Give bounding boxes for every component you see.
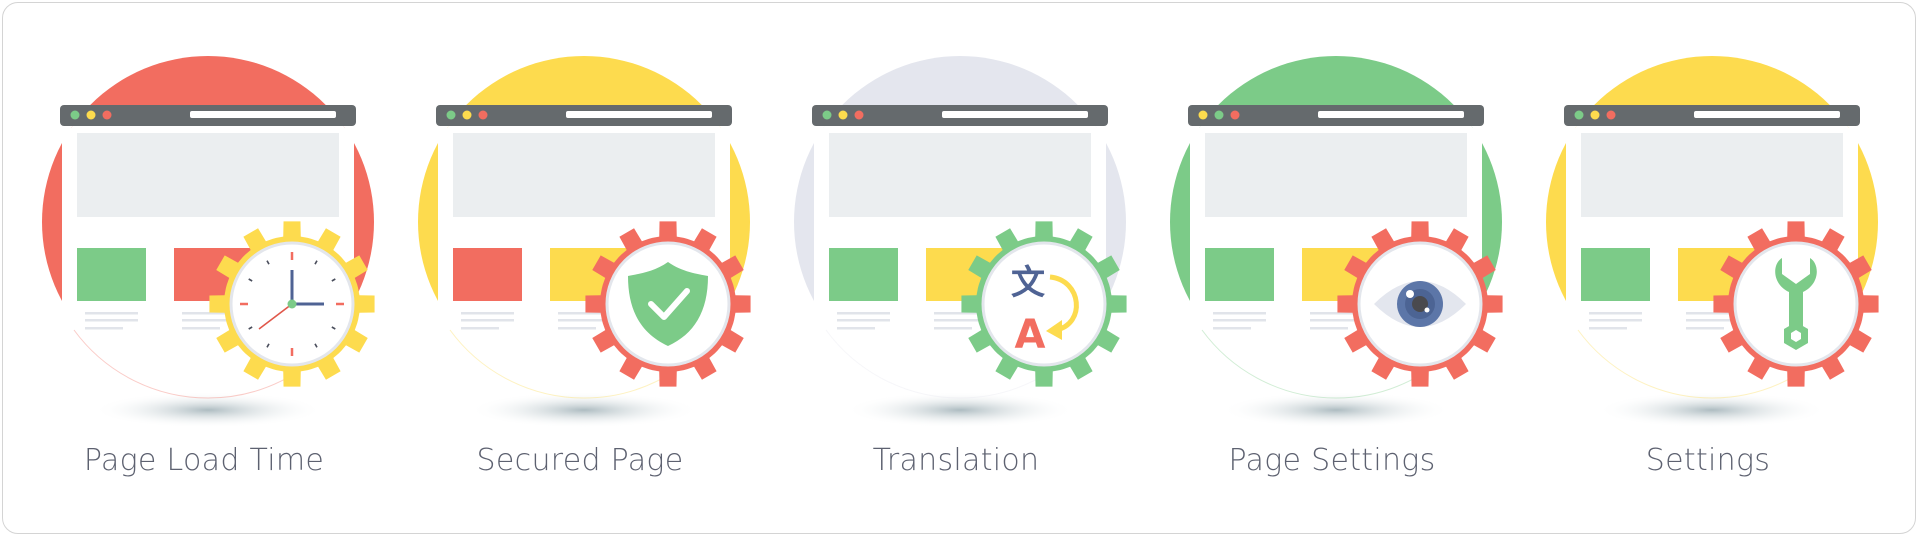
content-block [453, 248, 522, 301]
content-banner [1205, 133, 1467, 217]
illustration [418, 56, 751, 428]
shadow [469, 392, 699, 428]
text-line [837, 319, 890, 322]
illustration [42, 56, 375, 428]
content-banner [77, 133, 339, 217]
shadow [1221, 392, 1451, 428]
icon-card-translation: 文 A Translation [764, 0, 1148, 538]
eye-highlight [1406, 290, 1414, 298]
content-block [77, 248, 146, 301]
clock-center [287, 299, 297, 309]
text-line [934, 327, 972, 330]
illustration [1170, 56, 1503, 428]
text-line [182, 327, 220, 330]
content-block [1205, 248, 1274, 301]
window-dot [1214, 110, 1224, 120]
content-banner [1581, 133, 1843, 217]
text-line [85, 312, 138, 315]
text-line [461, 327, 499, 330]
shadow [93, 392, 323, 428]
icon-label: Settings [1645, 443, 1771, 478]
text-line [85, 327, 123, 330]
window-dot [102, 110, 112, 120]
window-dot [1590, 110, 1600, 120]
window-dot [838, 110, 848, 120]
address-bar [1318, 111, 1464, 118]
glyph-latin: A [1015, 312, 1046, 358]
content-banner [453, 133, 715, 217]
icon-card-settings: Settings [1516, 0, 1900, 538]
window-dot [446, 110, 456, 120]
text-line [461, 319, 514, 322]
window-dot [822, 110, 832, 120]
icon-card-page-load-time: Page Load Time [12, 0, 396, 538]
window-dot [1606, 110, 1616, 120]
window-dot [462, 110, 472, 120]
text-line [837, 327, 875, 330]
address-bar [1694, 111, 1840, 118]
window-dot [70, 110, 80, 120]
icon-label: Page Load Time [83, 443, 325, 478]
address-bar [190, 111, 336, 118]
text-line [1213, 312, 1266, 315]
icon-label: Page Settings [1228, 443, 1436, 478]
illustration: 文A [794, 56, 1127, 428]
text-line [1686, 327, 1724, 330]
icon-card-page-settings: Page Settings [1140, 0, 1524, 538]
address-bar [942, 111, 1088, 118]
window-dot [478, 110, 488, 120]
window-dot [854, 110, 864, 120]
window-dot [1230, 110, 1240, 120]
content-block [1581, 248, 1650, 301]
text-line [461, 312, 514, 315]
icon-label: Secured Page [476, 443, 684, 478]
text-line [837, 312, 890, 315]
icon-label: Translation [872, 443, 1040, 478]
text-line [1213, 327, 1251, 330]
window-dot [1574, 110, 1584, 120]
text-line [1310, 327, 1348, 330]
text-line [1213, 319, 1266, 322]
glyph-chinese: 文 [1011, 263, 1045, 303]
shadow [1597, 392, 1827, 428]
window-dot [86, 110, 96, 120]
text-line [558, 327, 596, 330]
text-line [1589, 327, 1627, 330]
content-banner [829, 133, 1091, 217]
window-dot [1198, 110, 1208, 120]
icon-card-secured-page: Secured Page [388, 0, 772, 538]
text-line [85, 319, 138, 322]
text-line [1589, 319, 1642, 322]
content-block [829, 248, 898, 301]
shadow [845, 392, 1075, 428]
address-bar [566, 111, 712, 118]
illustration [1546, 56, 1879, 428]
text-line [1589, 312, 1642, 315]
